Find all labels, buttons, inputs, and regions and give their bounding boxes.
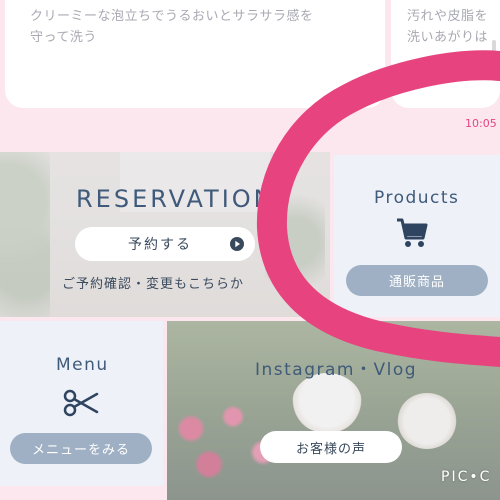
products-tile[interactable]: Products 通販商品 (334, 155, 500, 317)
reserve-button-label: 予約する (128, 237, 192, 253)
products-title: Products (374, 188, 460, 208)
scroll-handle[interactable] (492, 40, 496, 66)
product-card-1-desc-line2: 守って洗う (30, 30, 97, 45)
menu-button[interactable]: メニューをみる (10, 433, 152, 464)
menu-title: Menu (56, 355, 109, 375)
status-time: 10:05 (465, 117, 497, 130)
voice-button-label: お客様の声 (295, 441, 366, 457)
reservation-title: RESERVATION (76, 185, 275, 213)
cart-icon (395, 217, 429, 249)
voice-button[interactable]: お客様の声 (260, 431, 402, 463)
products-button-label: 通販商品 (388, 275, 445, 290)
instagram-title: Instagram・Vlog (255, 360, 418, 380)
product-card-2-desc-line1: 汚れや皮脂を (407, 9, 489, 24)
product-card-1-desc-line1: クリーミーな泡立ちでうるおいとサラサラ感を (30, 9, 314, 24)
product-card-2[interactable]: 汚れや皮脂を 洗いあがりは (391, 0, 500, 108)
play-circle-icon (229, 236, 245, 252)
product-card-2-desc-line2: 洗いあがりは (407, 30, 489, 45)
products-button[interactable]: 通販商品 (346, 265, 488, 296)
menu-tile[interactable]: Menu メニューをみる (0, 321, 163, 486)
reservation-subtext[interactable]: ご予約確認・変更もこちらか (62, 273, 244, 292)
reserve-button[interactable]: 予約する (75, 227, 255, 261)
scissors-icon (63, 388, 99, 418)
reservation-tile[interactable]: RESERVATION 予約する ご予約確認・変更もこちらか (0, 152, 330, 317)
watermark: PIC•C (441, 469, 492, 485)
menu-button-label: メニューをみる (31, 443, 130, 458)
product-card-1[interactable]: クリーミーな泡立ちでうるおいとサラサラ感を 守って洗う (5, 0, 385, 108)
